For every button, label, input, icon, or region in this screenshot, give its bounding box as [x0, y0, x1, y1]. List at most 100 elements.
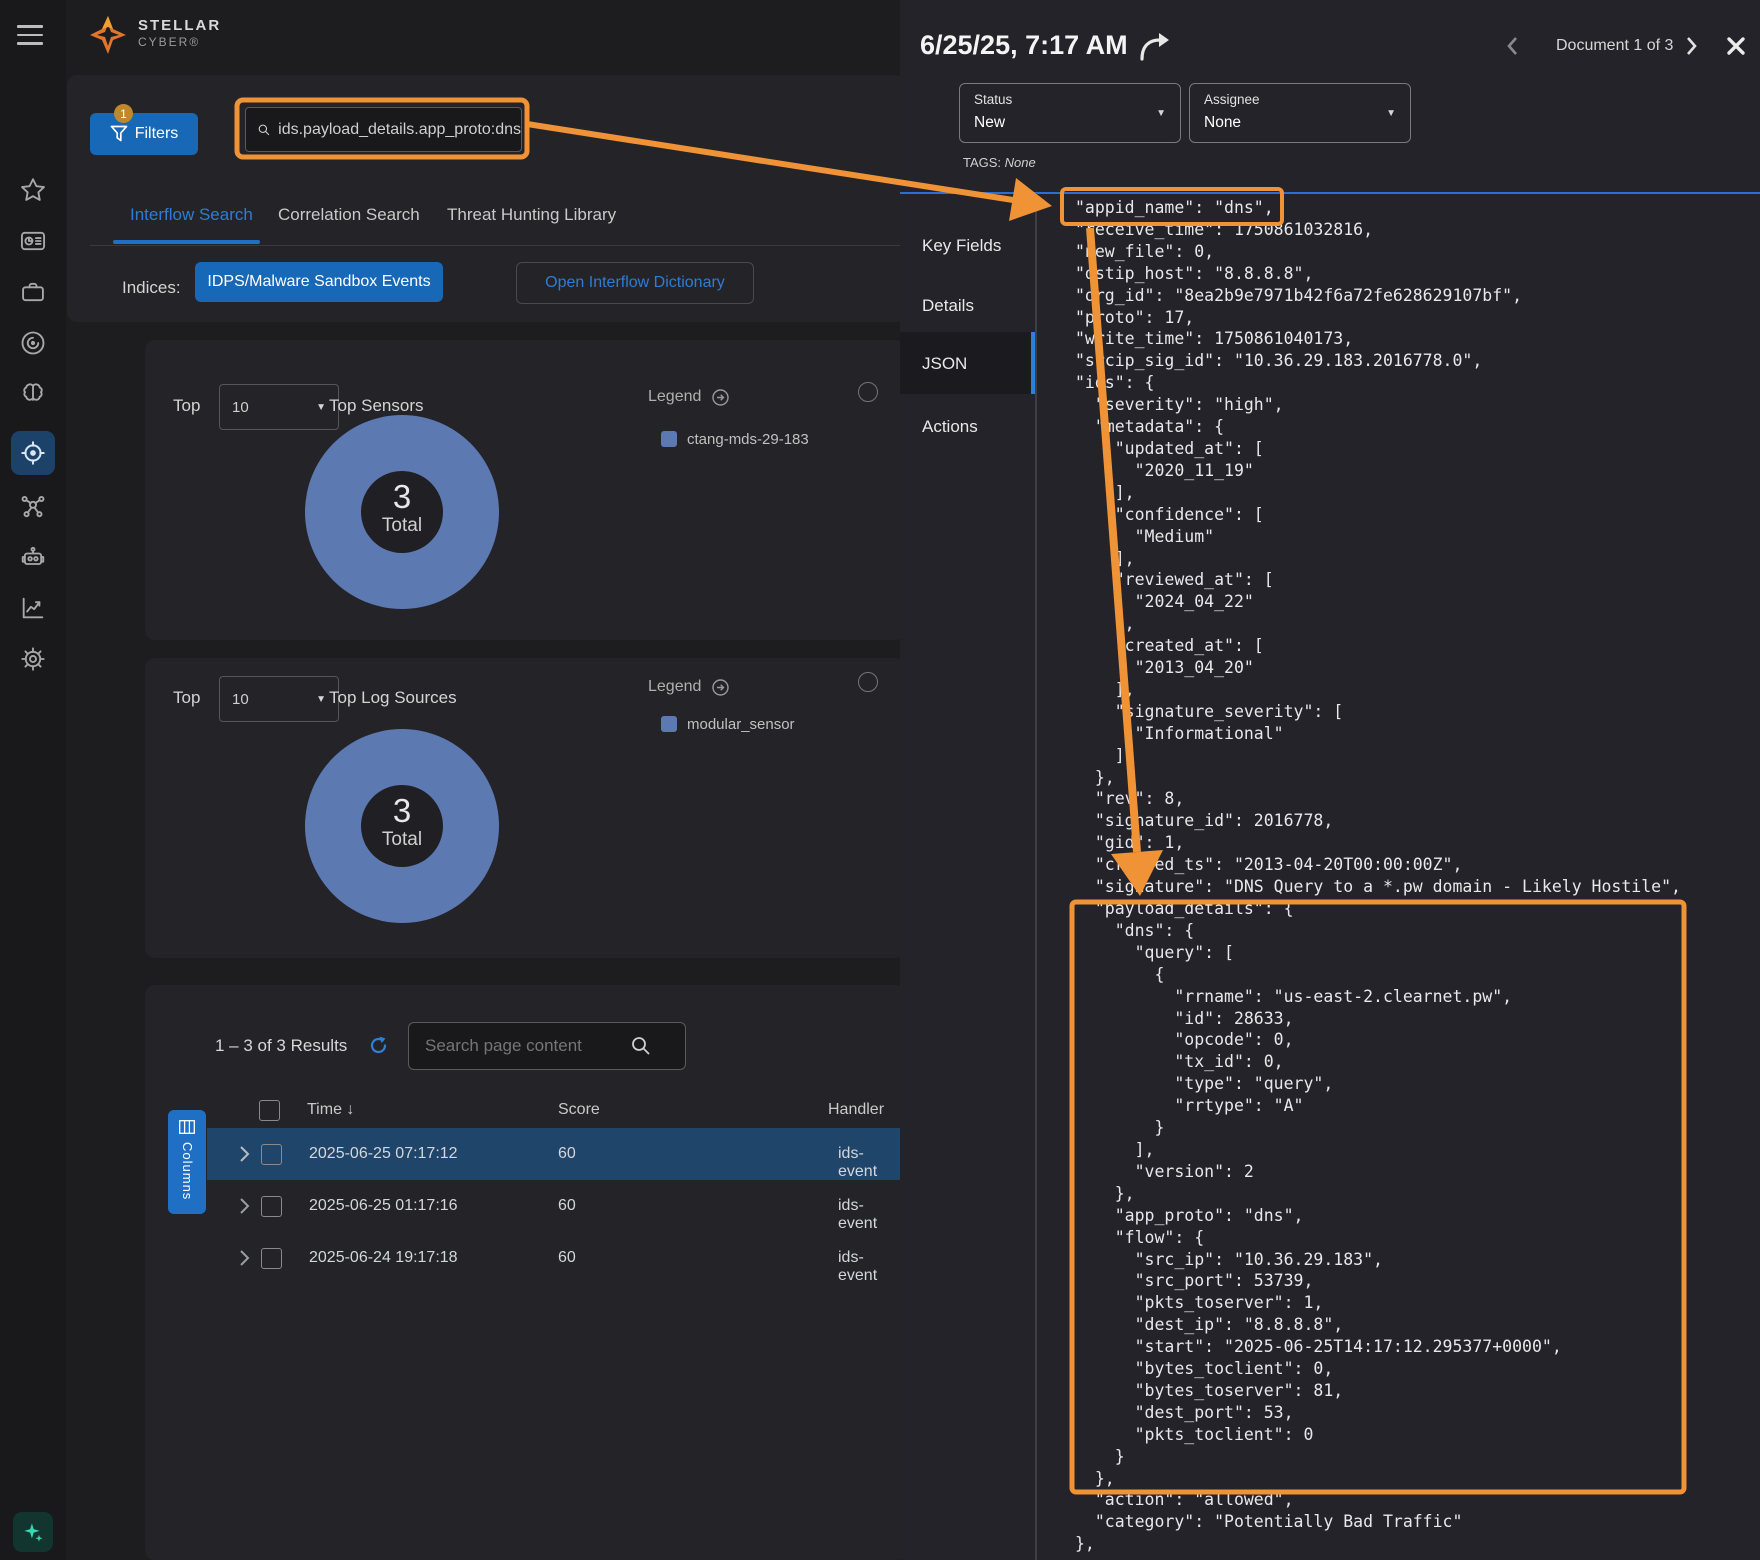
- refresh-icon[interactable]: [368, 1035, 389, 1056]
- chart-title: Top Sensors: [329, 396, 424, 416]
- open-interflow-dictionary-button[interactable]: Open Interflow Dictionary: [516, 262, 754, 304]
- legend-swatch[interactable]: [661, 716, 677, 732]
- tab-actions[interactable]: Actions: [922, 417, 978, 437]
- briefcase-icon[interactable]: [19, 278, 47, 306]
- expand-row-icon[interactable]: [239, 1145, 250, 1163]
- assignee-dropdown[interactable]: Assignee None ▼: [1189, 83, 1411, 143]
- ai-assistant-button[interactable]: [13, 1512, 53, 1552]
- search-icon: [631, 1036, 651, 1056]
- donut-total-value: 3: [361, 793, 443, 829]
- expand-row-icon[interactable]: [239, 1249, 250, 1267]
- expand-row-icon[interactable]: [239, 1197, 250, 1215]
- filters-badge: 1: [114, 104, 133, 123]
- chevron-down-icon: ▼: [316, 402, 326, 413]
- chart-title: Top Log Sources: [329, 688, 457, 708]
- legend-expand-icon[interactable]: [712, 679, 729, 696]
- json-document-body[interactable]: "appid_name": "dns", "receive_time": 175…: [1075, 197, 1681, 1555]
- row-checkbox[interactable]: [261, 1248, 282, 1269]
- table-row[interactable]: 2025-06-24 19:17:18 60 ids-event: [207, 1232, 900, 1284]
- tab-details[interactable]: Details: [922, 296, 974, 316]
- rail-divider: [1035, 193, 1037, 1560]
- top-count-dropdown[interactable]: 10 ▼: [219, 384, 339, 430]
- donut-total-label: Total: [361, 829, 443, 851]
- tags-row: TAGS: None: [963, 155, 1036, 170]
- cell-score: 60: [558, 1145, 576, 1163]
- query-search-value: ids.payload_details.app_proto:dns: [278, 121, 521, 139]
- gear-icon[interactable]: [19, 645, 47, 673]
- next-document-icon[interactable]: [1686, 36, 1698, 56]
- filters-button[interactable]: Filters: [90, 113, 198, 155]
- legend-toggle-circle[interactable]: [858, 382, 878, 402]
- graph-nodes-icon[interactable]: [19, 492, 47, 520]
- disc-icon[interactable]: [19, 329, 47, 357]
- top-count-value: 10: [232, 399, 249, 416]
- status-label: Status: [974, 92, 1012, 107]
- top-count-value: 10: [232, 691, 249, 708]
- columns-grid-icon: [179, 1120, 195, 1134]
- brain-icon[interactable]: [19, 380, 47, 408]
- legend-item-label: modular_sensor: [687, 716, 795, 733]
- donut-total-label: Total: [361, 515, 443, 537]
- page-content-search-input[interactable]: [423, 1035, 627, 1057]
- indices-primary-button[interactable]: IDPS/Malware Sandbox Events: [195, 262, 443, 302]
- query-search-box[interactable]: ids.payload_details.app_proto:dns: [245, 107, 522, 152]
- column-header-handler[interactable]: Handler: [828, 1101, 884, 1119]
- star-icon[interactable]: [19, 176, 47, 204]
- select-all-checkbox[interactable]: [259, 1100, 280, 1121]
- cell-time: 2025-06-25 01:17:16: [309, 1197, 458, 1215]
- top-label: Top: [173, 396, 200, 416]
- robot-icon[interactable]: [19, 543, 47, 571]
- active-tab-underline: [113, 240, 260, 244]
- donut-center: 3 Total: [361, 785, 443, 867]
- column-header-score[interactable]: Score: [558, 1101, 600, 1119]
- page-content-search[interactable]: [408, 1022, 686, 1070]
- active-tab-indicator: [1031, 332, 1035, 394]
- tab-key-fields[interactable]: Key Fields: [922, 236, 1001, 256]
- donut-total-value: 3: [361, 479, 443, 515]
- legend-item-label: ctang-mds-29-183: [687, 431, 809, 448]
- document-detail-panel: 6/25/25, 7:17 AM Document 1 of 3 Status …: [900, 0, 1760, 1560]
- tab-interflow-search[interactable]: Interflow Search: [130, 205, 253, 225]
- target-icon: [19, 439, 47, 467]
- active-tab-bg: [900, 332, 1035, 394]
- dashboard-icon[interactable]: [19, 227, 47, 255]
- columns-tab[interactable]: Columns: [168, 1110, 206, 1214]
- status-dropdown[interactable]: Status New ▼: [959, 83, 1181, 143]
- cell-handler: ids-event: [838, 1197, 900, 1233]
- cell-handler: ids-event: [838, 1145, 900, 1181]
- table-row[interactable]: 2025-06-25 07:17:12 60 ids-event: [207, 1128, 900, 1180]
- prev-document-icon[interactable]: [1506, 36, 1518, 56]
- chevron-down-icon: ▼: [1386, 108, 1396, 119]
- indices-label: Indices:: [122, 278, 181, 298]
- status-value: New: [974, 114, 1005, 132]
- sparkle-icon: [20, 1519, 46, 1545]
- cell-handler: ids-event: [838, 1249, 900, 1285]
- legend-swatch[interactable]: [661, 431, 677, 447]
- tab-threat-hunting-library[interactable]: Threat Hunting Library: [447, 205, 616, 225]
- close-icon[interactable]: [1726, 36, 1746, 56]
- menu-icon[interactable]: [17, 25, 43, 51]
- stellar-cyber-logo: [85, 12, 131, 58]
- top-label: Top: [173, 688, 200, 708]
- column-header-time[interactable]: Time ↓: [307, 1101, 354, 1119]
- table-row[interactable]: 2025-06-25 01:17:16 60 ids-event: [207, 1180, 900, 1232]
- row-checkbox[interactable]: [261, 1196, 282, 1217]
- sidebar-item-threat-hunting[interactable]: [11, 431, 55, 475]
- legend-toggle-circle[interactable]: [858, 672, 878, 692]
- chevron-down-icon: ▼: [316, 694, 326, 705]
- cell-time: 2025-06-24 19:17:18: [309, 1249, 458, 1267]
- filter-funnel-icon: [110, 125, 128, 143]
- tags-value: None: [1005, 155, 1036, 170]
- tags-label: TAGS:: [963, 155, 1001, 170]
- analytics-icon[interactable]: [19, 594, 47, 622]
- top-count-dropdown[interactable]: 10 ▼: [219, 676, 339, 722]
- filters-button-label: Filters: [135, 125, 179, 143]
- legend-expand-icon[interactable]: [712, 389, 729, 406]
- tab-correlation-search[interactable]: Correlation Search: [278, 205, 420, 225]
- brand-name: STELLAR: [138, 17, 221, 34]
- share-forward-icon[interactable]: [1137, 32, 1171, 62]
- legend-label: Legend: [648, 388, 701, 406]
- tab-json[interactable]: JSON: [922, 354, 967, 374]
- sort-desc-icon: ↓: [346, 1101, 354, 1118]
- row-checkbox[interactable]: [261, 1144, 282, 1165]
